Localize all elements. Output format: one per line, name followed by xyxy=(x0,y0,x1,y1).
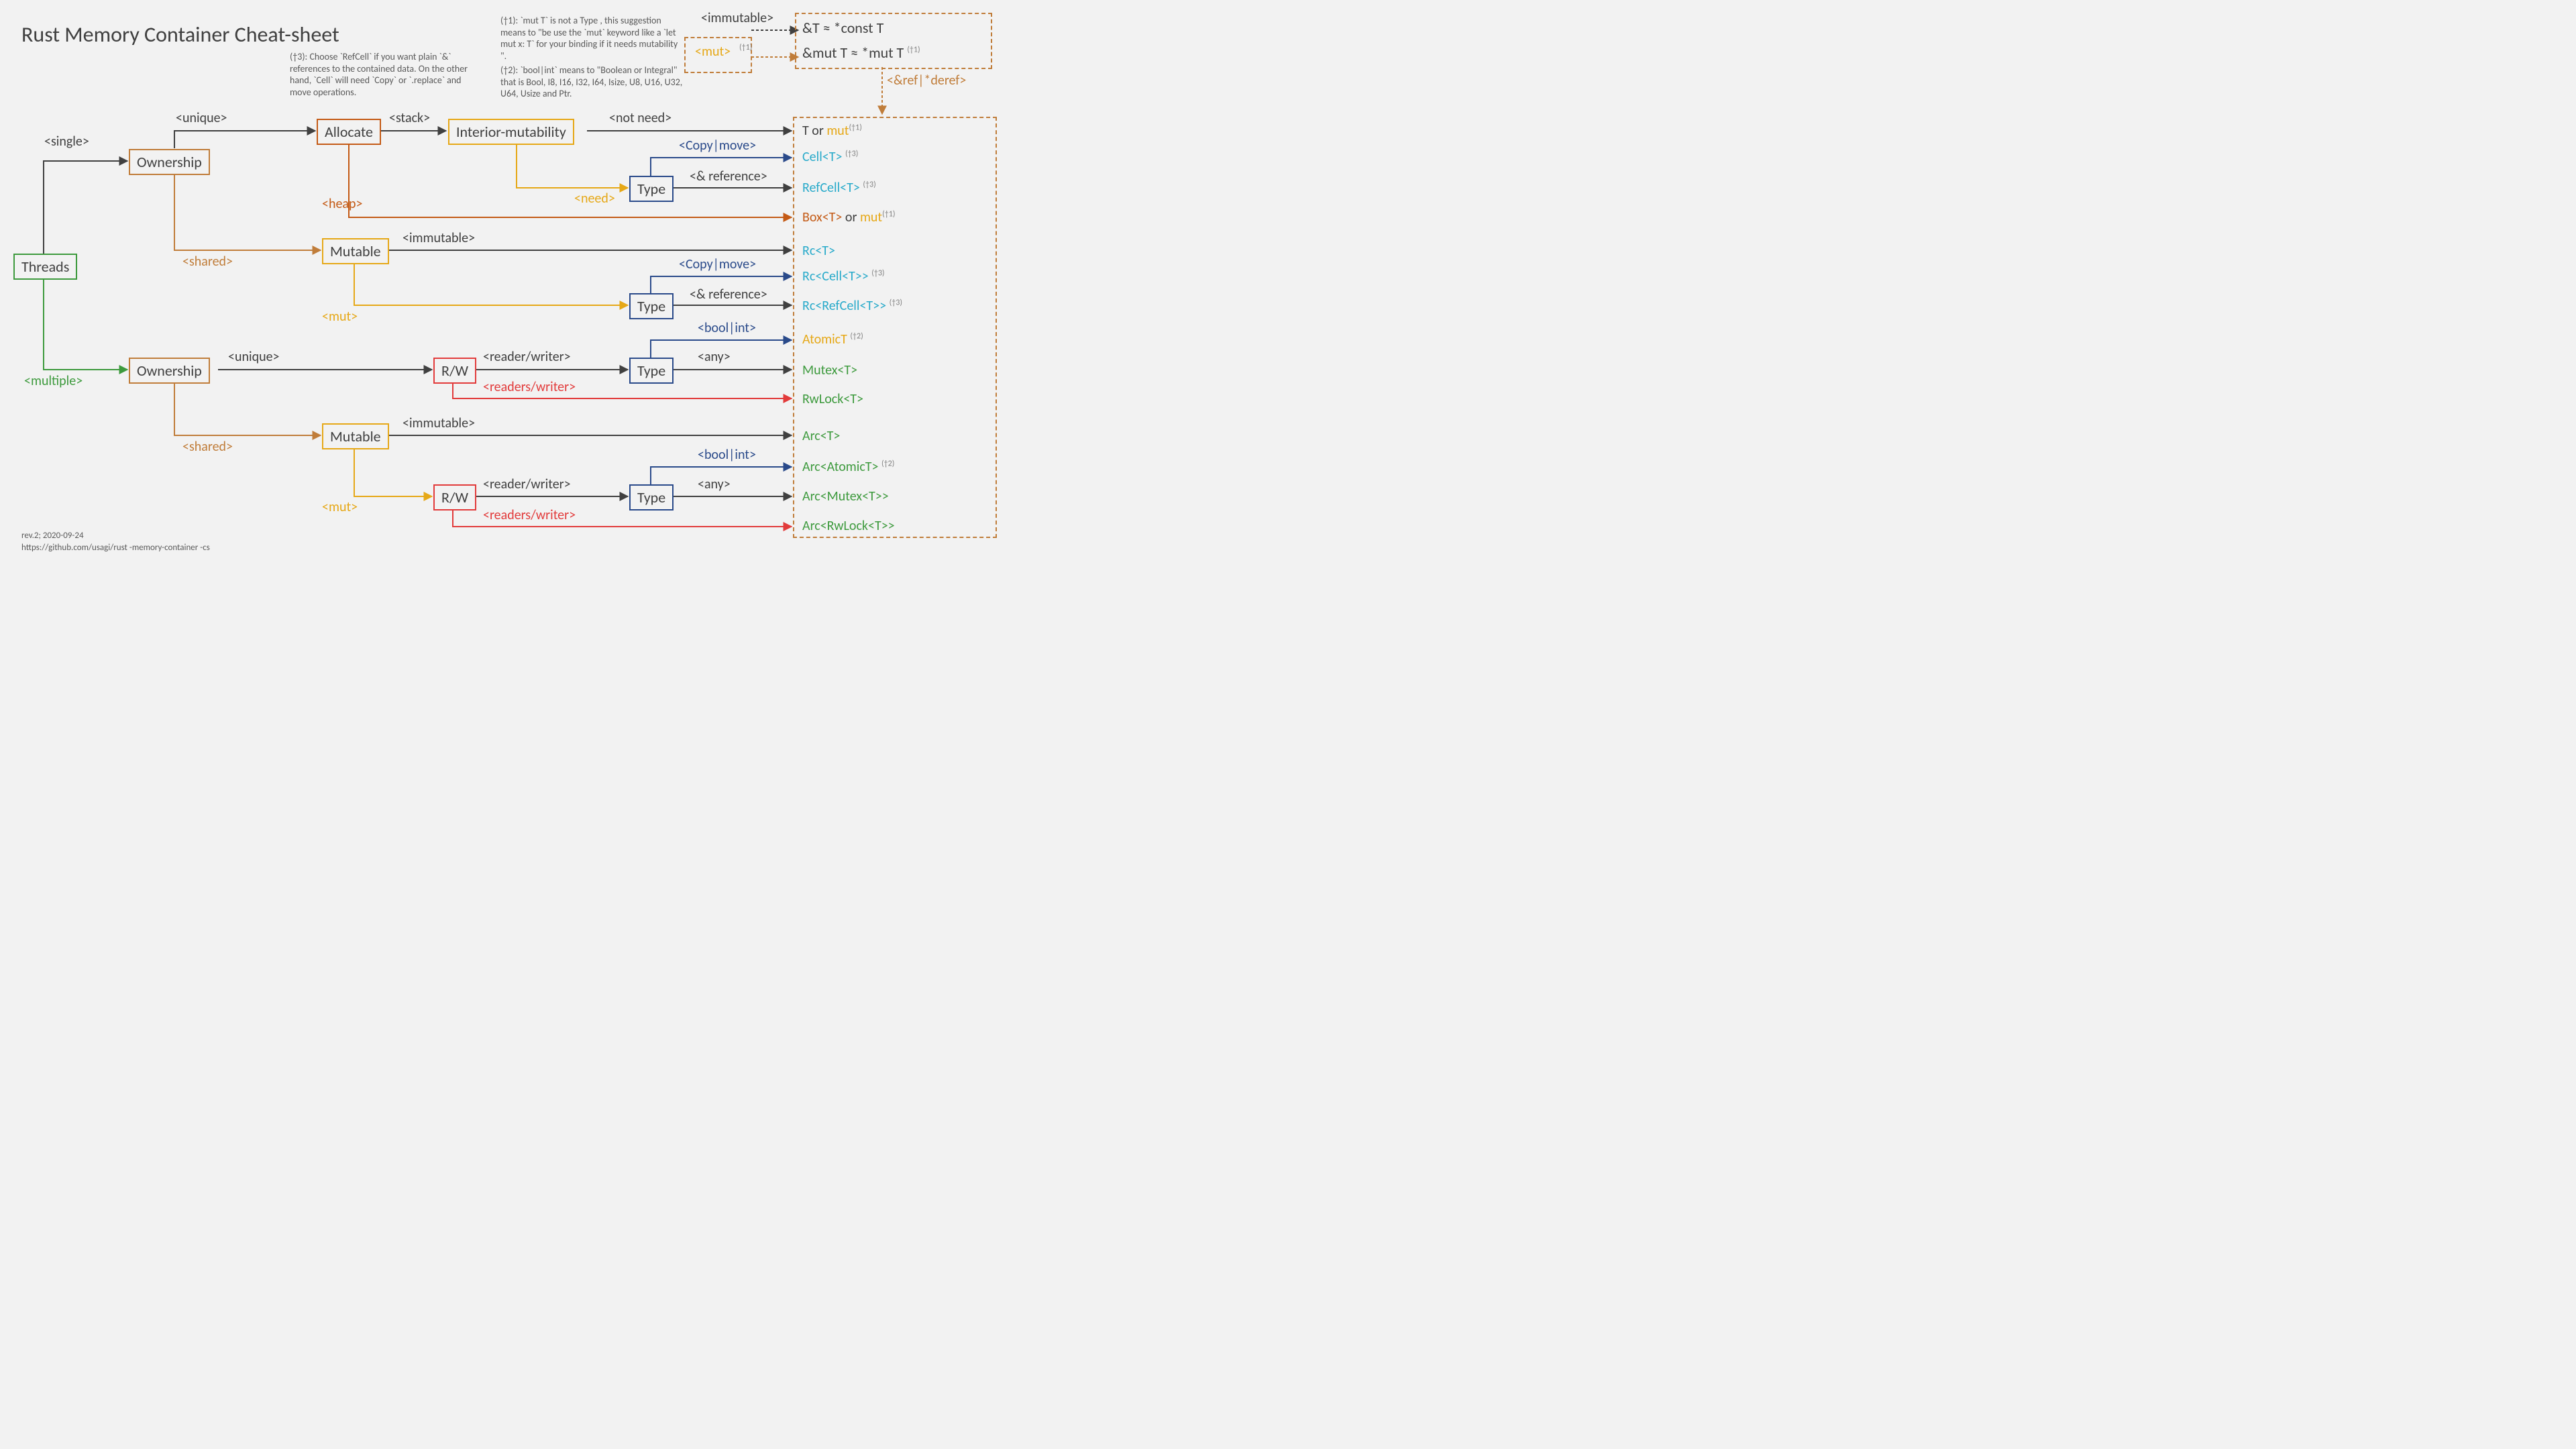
result-arc-mutex: Arc<Mutex<T>> xyxy=(802,488,889,504)
footnote-3: (†3): Choose `RefCell` if you want plain… xyxy=(290,51,478,98)
node-type-1: Type xyxy=(629,176,674,202)
edge-shared-2: <shared> xyxy=(182,439,233,455)
result-rc-refcell: Rc<RefCell<T>> (†3) xyxy=(802,298,902,314)
result-atomic: AtomicT (†2) xyxy=(802,331,863,347)
edge-copymove-2: <Copy|move> xyxy=(679,256,756,272)
result-box-text: Box<T> xyxy=(802,209,842,225)
edge-readerwriter-1: <reader/writer> xyxy=(483,349,571,365)
node-type-3: Type xyxy=(629,358,674,384)
edge-immutable-1: <immutable> xyxy=(402,230,475,246)
sup-t2-a: (†2) xyxy=(850,331,863,341)
result-box: Box<T> or mut(†1) xyxy=(802,209,895,225)
result-const-t: &T ≈ *const T xyxy=(802,19,883,37)
footnote-1: (†1): `mut T` is not a Type , this sugge… xyxy=(500,15,682,62)
edge-shared-1: <shared> xyxy=(182,254,233,270)
result-cell-text: Cell<T> xyxy=(802,149,842,165)
edge-readerwriter-2: <reader/writer> xyxy=(483,476,571,492)
node-mutable-2: Mutable xyxy=(322,423,389,449)
node-rw-2: R/W xyxy=(433,484,476,511)
result-t-or: or xyxy=(809,123,827,139)
node-type-2: Type xyxy=(629,293,674,319)
edge-ref-1: <& reference> xyxy=(690,168,767,184)
edge-need: <need> xyxy=(574,191,615,207)
result-t-or-mut: T or mut(†1) xyxy=(802,123,862,139)
edge-unique-2: <unique> xyxy=(228,349,280,365)
sup-t3-a: (†3) xyxy=(845,149,858,158)
edge-any-2: <any> xyxy=(698,476,731,492)
result-refcell: RefCell<T> (†3) xyxy=(802,180,876,196)
page-title: Rust Memory Container Cheat-sheet xyxy=(21,21,339,48)
result-mut-t: &mut T ≈ *mut T (†1) xyxy=(802,44,920,62)
edge-readerswriter-2: <readers/writer> xyxy=(483,507,576,523)
edge-multiple: <multiple> xyxy=(24,373,83,389)
edge-boolint-2: <bool|int> xyxy=(698,447,756,463)
sup-t3-b: (†3) xyxy=(863,180,875,189)
edge-refderef: <&ref|*deref> xyxy=(887,72,966,89)
edge-readerswriter-1: <readers/writer> xyxy=(483,379,576,395)
edge-notneed: <not need> xyxy=(609,110,672,126)
sup-t1-mut: (†1) xyxy=(739,43,752,52)
sup-t3-d: (†3) xyxy=(890,298,902,307)
result-arc-atomic-text: Arc<AtomicT> xyxy=(802,459,879,475)
result-arc-atomic: Arc<AtomicT> (†2) xyxy=(802,459,894,475)
node-rw-1: R/W xyxy=(433,358,476,384)
result-box-or: or xyxy=(842,209,860,225)
edge-immutable-top: <immutable> xyxy=(701,10,773,26)
result-t: T xyxy=(802,123,809,139)
node-type-4: Type xyxy=(629,484,674,511)
sup-t2-b: (†2) xyxy=(881,459,894,468)
result-arc-rwlock: Arc<RwLock<T>> xyxy=(802,518,895,534)
node-threads: Threads xyxy=(13,254,77,280)
result-box-mut: mut xyxy=(860,209,882,225)
result-arc: Arc<T> xyxy=(802,428,840,444)
edge-copymove-1: <Copy|move> xyxy=(679,138,756,154)
result-rc-cell: Rc<Cell<T>> (†3) xyxy=(802,268,885,284)
sup-mut-t: (†1) xyxy=(907,46,920,55)
result-mut-t-text: &mut T ≈ *mut T xyxy=(802,44,904,62)
result-atomic-text: AtomicT xyxy=(802,331,847,347)
node-interior-mutability: Interior-mutability xyxy=(448,119,574,145)
edge-mut-top: <mut> xyxy=(695,44,731,60)
edge-heap: <heap> xyxy=(322,196,362,212)
result-refcell-text: RefCell<T> xyxy=(802,180,860,196)
result-t-mut: mut xyxy=(826,123,849,139)
revision-text: rev.2; 2020-09-24 xyxy=(21,530,84,542)
source-url: https://github.com/usagi/rust -memory-co… xyxy=(21,542,210,554)
edge-ref-2: <& reference> xyxy=(690,286,767,303)
edge-single: <single> xyxy=(44,133,89,150)
result-rc: Rc<T> xyxy=(802,243,835,259)
result-rc-refcell-text: Rc<RefCell<T>> xyxy=(802,298,886,314)
edge-immutable-2: <immutable> xyxy=(402,415,475,431)
edge-boolint-1: <bool|int> xyxy=(698,320,756,336)
result-rc-cell-text: Rc<Cell<T>> xyxy=(802,268,869,284)
node-mutable-1: Mutable xyxy=(322,238,389,264)
sup-t3-c: (†3) xyxy=(871,268,884,278)
edge-mut-2: <mut> xyxy=(322,499,358,515)
result-mutex: Mutex<T> xyxy=(802,362,857,378)
result-rwlock: RwLock<T> xyxy=(802,391,863,407)
node-allocate: Allocate xyxy=(317,119,381,145)
sup-t1-b: (†1) xyxy=(882,209,895,219)
node-ownership-2: Ownership xyxy=(129,358,210,384)
edge-mut-1: <mut> xyxy=(322,309,358,325)
edge-stack: <stack> xyxy=(389,110,430,126)
node-ownership-1: Ownership xyxy=(129,149,210,175)
edge-unique-1: <unique> xyxy=(176,110,227,126)
result-cell: Cell<T> (†3) xyxy=(802,149,858,165)
footnote-2: (†2): `bool|int` means to "Boolean or In… xyxy=(500,64,688,100)
sup-t1-a: (†1) xyxy=(849,123,862,132)
edge-any-1: <any> xyxy=(698,349,731,365)
